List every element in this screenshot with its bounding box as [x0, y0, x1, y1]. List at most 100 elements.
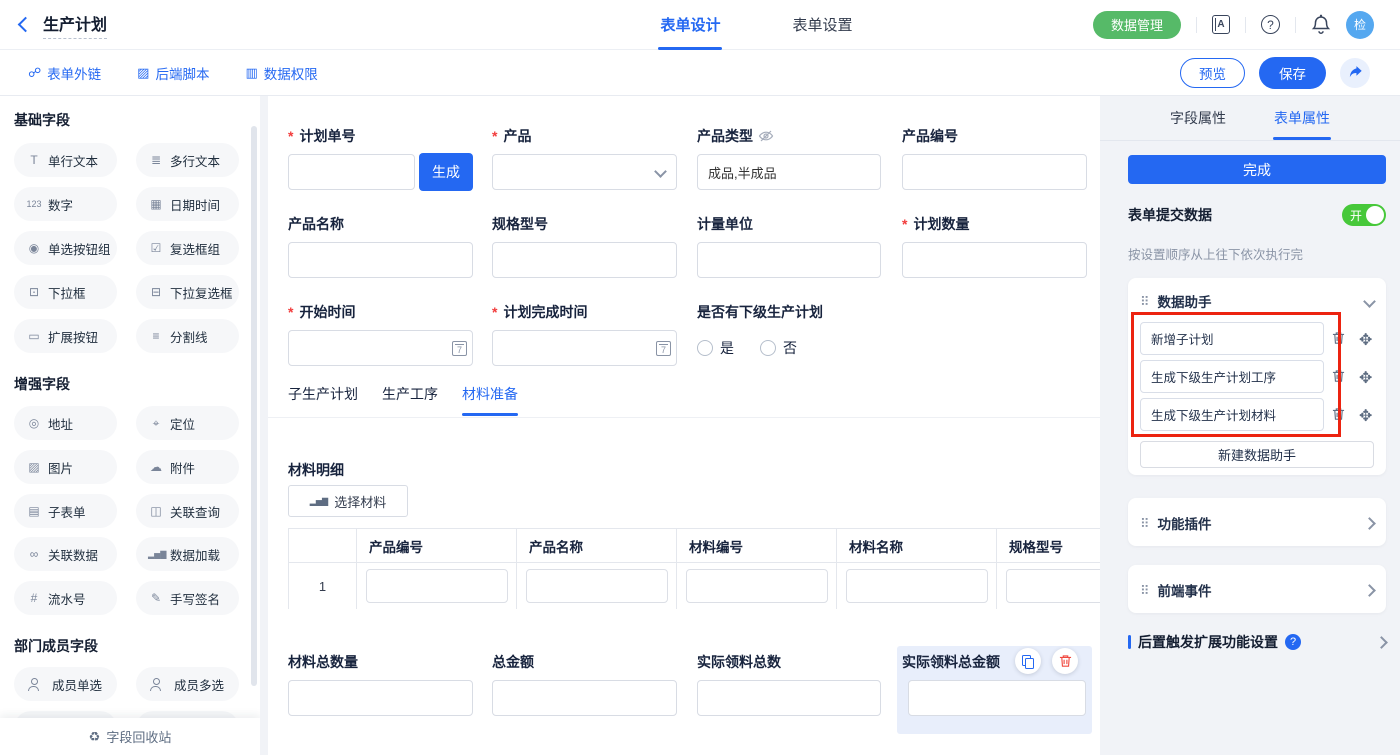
tab-form-settings[interactable]: 表单设置: [792, 0, 852, 50]
delete-assistant-button[interactable]: [1332, 369, 1345, 383]
calendar-date-icon[interactable]: 7: [452, 341, 467, 356]
field-pill-extend-button[interactable]: ▭扩展按钮: [14, 319, 117, 353]
drag-handle-icon[interactable]: ⠿: [1140, 517, 1150, 530]
data-assistant-header[interactable]: ⠿ 数据助手: [1128, 278, 1386, 311]
generate-button[interactable]: 生成: [419, 153, 473, 191]
move-assistant-icon[interactable]: ✥: [1359, 368, 1372, 388]
delete-assistant-button[interactable]: [1332, 331, 1345, 345]
field-pill-linked-query[interactable]: ◫关联查询: [136, 494, 239, 528]
expand-chevron-icon[interactable]: [1375, 636, 1388, 649]
actual-qty-input[interactable]: [697, 680, 881, 716]
data-manage-button[interactable]: 数据管理: [1093, 11, 1181, 39]
material-qty-input[interactable]: [288, 680, 473, 716]
assistant-item-gen-material[interactable]: 生成下级生产计划材料: [1140, 398, 1324, 431]
new-assistant-button[interactable]: 新建数据助手: [1140, 441, 1374, 468]
product-code-input[interactable]: [902, 154, 1087, 190]
save-button[interactable]: 保存: [1259, 57, 1326, 89]
delete-assistant-button[interactable]: [1332, 407, 1345, 421]
field-pill-address[interactable]: ◎地址: [14, 406, 117, 440]
field-pill-location[interactable]: ⌖定位: [136, 406, 239, 440]
field-pill-signature[interactable]: ✎手写签名: [136, 581, 239, 615]
field-pill-single-text[interactable]: T单行文本: [14, 143, 117, 177]
radio-option-yes[interactable]: 是: [697, 338, 734, 358]
collapse-chevron-icon[interactable]: [1363, 295, 1376, 308]
frontend-events-card[interactable]: ⠿ 前端事件: [1128, 565, 1386, 613]
field-pill-datetime[interactable]: ▦日期时间: [136, 187, 239, 221]
panel-tabs: 字段属性 表单属性: [1100, 96, 1400, 141]
page-title[interactable]: 生产计划: [43, 11, 107, 39]
contact-book-icon[interactable]: A: [1212, 15, 1230, 34]
tab-sub-production-plan[interactable]: 子生产计划: [288, 384, 358, 416]
tab-form-design[interactable]: 表单设计: [660, 0, 720, 50]
field-pill-checkbox-group[interactable]: ☑复选框组: [136, 231, 239, 265]
expand-chevron-icon[interactable]: [1363, 584, 1376, 597]
topbar-left: 生产计划: [0, 11, 420, 39]
done-button[interactable]: 完成: [1128, 155, 1386, 184]
tab-production-process[interactable]: 生产工序: [382, 384, 438, 416]
bell-icon[interactable]: [1311, 14, 1331, 35]
data-permission-item[interactable]: ▥ 数据权限: [245, 63, 317, 83]
expand-chevron-icon[interactable]: [1363, 517, 1376, 530]
submit-data-toggle[interactable]: 开: [1342, 204, 1386, 226]
external-link-item[interactable]: ☍ 表单外链: [28, 63, 101, 83]
field-pill-dropdown[interactable]: ⊡下拉框: [14, 275, 117, 309]
assistant-item-new-subplan[interactable]: 新增子计划: [1140, 322, 1324, 355]
cell-material-name-input[interactable]: [846, 569, 988, 603]
has-sub-plan-label: 是否有下级生产计划: [697, 302, 823, 322]
field-pill-number[interactable]: 123数字: [14, 187, 117, 221]
cell-product-code-input[interactable]: [366, 569, 508, 603]
unit-input[interactable]: [697, 242, 881, 278]
back-icon[interactable]: [18, 17, 34, 33]
actual-qty-label: 实际领料总数: [697, 652, 781, 672]
spec-model-input[interactable]: [492, 242, 677, 278]
field-pill-image[interactable]: ▨图片: [14, 450, 117, 484]
product-name-input[interactable]: [288, 242, 473, 278]
field-pill-multi-text[interactable]: ≣多行文本: [136, 143, 239, 177]
sidebar-scrollbar[interactable]: [251, 126, 257, 686]
calendar-date-icon[interactable]: 7: [656, 341, 671, 356]
copy-field-button[interactable]: [1015, 648, 1041, 674]
cell-material-code-input[interactable]: [686, 569, 828, 603]
tab-field-properties[interactable]: 字段属性: [1170, 96, 1226, 140]
question-icon[interactable]: ?: [1285, 634, 1301, 650]
actual-amount-input[interactable]: [908, 680, 1086, 716]
post-trigger-row[interactable]: 后置触发扩展功能设置 ?: [1128, 632, 1386, 652]
start-time-input[interactable]: [288, 330, 473, 366]
move-assistant-icon[interactable]: ✥: [1359, 406, 1372, 426]
field-pill-linked-data[interactable]: ∞关联数据: [14, 537, 117, 571]
select-material-button[interactable]: ▂▅▇ 选择材料: [288, 485, 408, 517]
product-select[interactable]: [492, 154, 677, 190]
field-pill-multi-dropdown[interactable]: ⊟下拉复选框: [136, 275, 239, 309]
tab-material-prep[interactable]: 材料准备: [462, 384, 518, 416]
field-pill-attachment[interactable]: ☁附件: [136, 450, 239, 484]
plan-qty-input[interactable]: [902, 242, 1087, 278]
plugins-card[interactable]: ⠿ 功能插件: [1128, 498, 1386, 546]
header-index: [289, 529, 357, 562]
product-type-input[interactable]: [697, 154, 881, 190]
field-pill-member-multi[interactable]: 成员多选: [136, 667, 239, 701]
field-pill-subform[interactable]: ▤子表单: [14, 494, 117, 528]
drag-handle-icon[interactable]: ⠿: [1140, 295, 1150, 308]
share-button[interactable]: [1340, 58, 1370, 88]
field-pill-divider[interactable]: ≡分割线: [136, 319, 239, 353]
preview-button[interactable]: 预览: [1180, 58, 1245, 88]
assistant-item-gen-process[interactable]: 生成下级生产计划工序: [1140, 360, 1324, 393]
avatar[interactable]: 检: [1346, 11, 1374, 39]
tab-form-properties[interactable]: 表单属性: [1274, 96, 1330, 140]
cell-spec-model-input[interactable]: [1006, 569, 1101, 603]
field-pill-data-load[interactable]: ▂▅▇数据加载: [136, 537, 239, 571]
cell-product-name-input[interactable]: [526, 569, 668, 603]
help-icon[interactable]: ?: [1261, 15, 1280, 34]
backend-script-item[interactable]: ▨ 后端脚本: [137, 63, 209, 83]
field-pill-member-single[interactable]: 成员单选: [14, 667, 117, 701]
field-pill-serial-number[interactable]: #流水号: [14, 581, 117, 615]
total-amount-input[interactable]: [492, 680, 677, 716]
delete-field-button[interactable]: [1052, 648, 1078, 674]
field-pill-radio-group[interactable]: ◉单选按钮组: [14, 231, 117, 265]
finish-time-input[interactable]: [492, 330, 677, 366]
radio-option-no[interactable]: 否: [760, 338, 797, 358]
plan-no-input[interactable]: [288, 154, 415, 190]
field-recycle-bin[interactable]: ♻ 字段回收站: [0, 718, 260, 755]
drag-handle-icon[interactable]: ⠿: [1140, 584, 1150, 597]
move-assistant-icon[interactable]: ✥: [1359, 330, 1372, 350]
